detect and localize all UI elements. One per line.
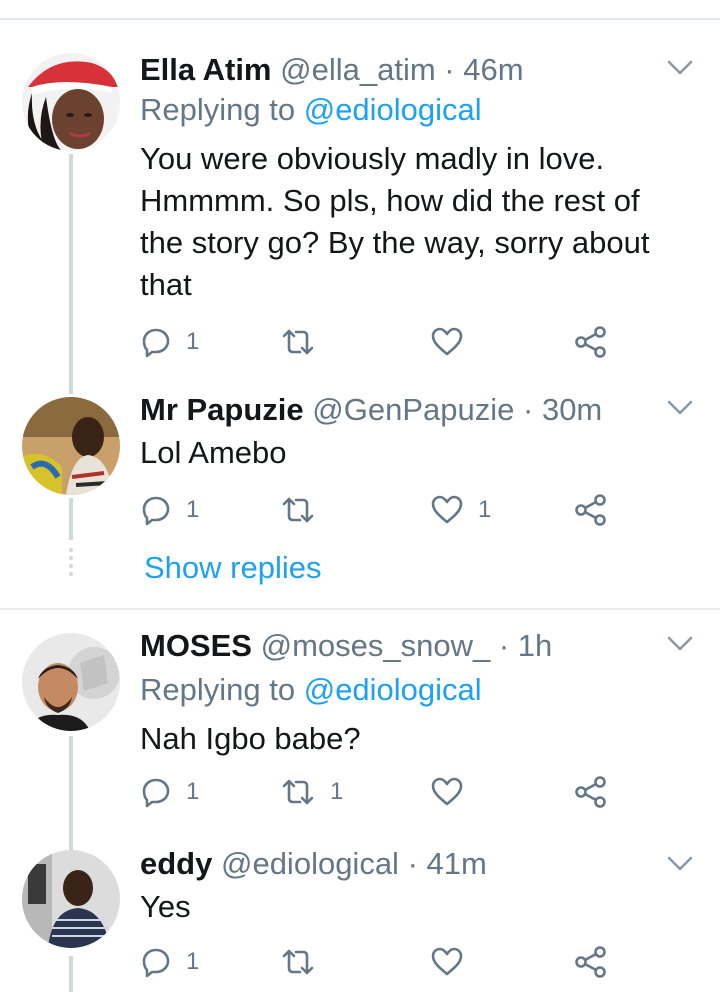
like-button[interactable] [430, 772, 478, 812]
separator-dot: · [498, 628, 510, 663]
tweet-text: Nah Igbo babe? [140, 721, 361, 756]
tweet-header: Mr Papuzie @GenPapuzie · 30m [140, 390, 602, 430]
thread-divider [0, 608, 720, 610]
avatar[interactable] [22, 397, 120, 495]
replying-to: Replying to @ediological [140, 670, 482, 710]
tweet-header: eddy @ediological · 41m [140, 844, 487, 884]
reply-button[interactable]: 1 [140, 322, 199, 362]
share-button[interactable] [574, 490, 608, 530]
share-button[interactable] [574, 772, 608, 812]
reply-icon [142, 328, 170, 358]
tweet-ella-atim[interactable]: Ella Atim @ella_atim · 46m Replying to @… [0, 50, 720, 390]
like-button[interactable] [430, 942, 478, 982]
heart-icon [431, 947, 463, 976]
share-button[interactable] [574, 942, 608, 982]
tweet-mr-papuzie[interactable]: Mr Papuzie @GenPapuzie · 30m Lol Amebo 1… [0, 390, 720, 600]
tweet-header: Ella Atim @ella_atim · 46m [140, 50, 524, 90]
thread-line [69, 842, 73, 850]
separator-dot: · [407, 846, 418, 881]
separator-dot: · [444, 52, 455, 87]
thread-dots [69, 548, 73, 580]
user-handle[interactable]: @moses_snow_ [261, 628, 491, 663]
tweet-header: MOSES @moses_snow_ · 1h [140, 626, 552, 666]
thread-line [69, 154, 73, 390]
tweet-text: Lol Amebo [140, 435, 287, 470]
thread-line [69, 498, 73, 540]
timestamp[interactable]: 46m [463, 52, 523, 87]
replying-prefix: Replying to [140, 672, 296, 707]
heart-icon [431, 777, 463, 806]
display-name[interactable]: eddy [140, 846, 212, 881]
heart-icon [431, 327, 463, 356]
chevron-down-icon[interactable] [666, 854, 694, 874]
show-replies-link[interactable]: Show replies [144, 548, 321, 588]
reply-icon [142, 948, 170, 978]
like-button[interactable]: 1 [430, 490, 491, 530]
action-bar: 1 [140, 322, 640, 362]
retweet-count: 1 [330, 778, 344, 805]
user-handle[interactable]: @ella_atim [280, 52, 436, 87]
share-button[interactable] [574, 322, 608, 362]
share-icon [575, 776, 606, 808]
tweet-text: Yes [140, 889, 191, 924]
timestamp[interactable]: 41m [427, 846, 487, 881]
display-name[interactable]: Mr Papuzie [140, 392, 304, 427]
reply-button[interactable]: 1 [140, 772, 199, 812]
display-name[interactable]: MOSES [140, 628, 252, 663]
retweet-button[interactable] [280, 490, 330, 530]
user-handle[interactable]: @GenPapuzie [312, 392, 514, 427]
retweet-icon [282, 779, 314, 805]
reply-button[interactable]: 1 [140, 942, 199, 982]
retweet-button[interactable] [280, 942, 330, 982]
replying-mention-link[interactable]: @ediological [304, 92, 482, 127]
retweet-button[interactable]: 1 [280, 772, 343, 812]
display-name[interactable]: Ella Atim [140, 52, 272, 87]
tweet-text: You were obviously madly in love. Hmmmm.… [140, 141, 650, 302]
action-bar: 1 [140, 942, 640, 982]
share-icon [575, 946, 606, 978]
separator-dot: · [523, 392, 534, 427]
timestamp[interactable]: 30m [542, 392, 602, 427]
chevron-down-icon[interactable] [666, 634, 694, 654]
timestamp[interactable]: 1h [518, 628, 552, 663]
reply-count: 1 [186, 328, 200, 355]
replying-prefix: Replying to [140, 92, 296, 127]
reply-icon [142, 496, 170, 526]
retweet-icon [282, 949, 314, 975]
avatar[interactable] [22, 53, 120, 151]
action-bar: 1 1 [140, 772, 640, 812]
like-count: 1 [478, 496, 492, 523]
replying-to: Replying to @ediological [140, 90, 482, 130]
retweet-button[interactable] [280, 322, 330, 362]
heart-icon [431, 495, 463, 524]
tweet-eddy[interactable]: eddy @ediological · 41m Yes 1 [0, 842, 720, 992]
action-bar: 1 1 [140, 490, 640, 530]
replying-mention-link[interactable]: @ediological [304, 672, 482, 707]
reply-button[interactable]: 1 [140, 490, 199, 530]
reply-icon [142, 778, 170, 808]
share-icon [575, 326, 606, 358]
reply-count: 1 [186, 496, 200, 523]
thread-line [69, 956, 73, 992]
avatar[interactable] [22, 633, 120, 731]
chevron-down-icon[interactable] [666, 58, 694, 78]
top-divider [0, 18, 720, 20]
thread-line [69, 390, 73, 394]
user-handle[interactable]: @ediological [221, 846, 399, 881]
chevron-down-icon[interactable] [666, 398, 694, 418]
like-button[interactable] [430, 322, 478, 362]
reply-count: 1 [186, 778, 200, 805]
tweet-moses[interactable]: MOSES @moses_snow_ · 1h Replying to @edi… [0, 626, 720, 842]
share-icon [575, 494, 606, 526]
avatar[interactable] [22, 850, 120, 948]
retweet-icon [282, 329, 314, 355]
retweet-icon [282, 497, 314, 523]
thread-line [69, 736, 73, 842]
reply-count: 1 [186, 948, 200, 975]
